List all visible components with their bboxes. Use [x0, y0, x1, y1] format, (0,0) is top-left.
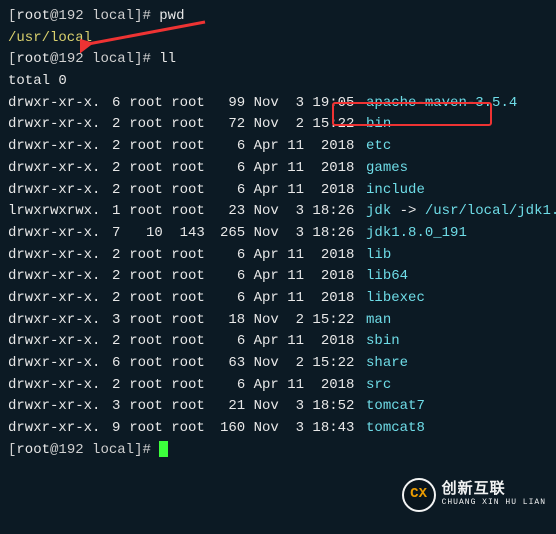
file-name: jdk1.8.0_191 [366, 225, 467, 241]
file-name: lib64 [366, 268, 408, 284]
file-name: lib [366, 247, 391, 263]
listing-row: drwxr-xr-x. 2 root root 6 Apr 11 2018 li… [8, 245, 548, 267]
file-name: libexec [366, 290, 425, 306]
prompt-line-2: [root@192 local]# ll [8, 49, 548, 71]
listing-row: drwxr-xr-x. 6 root root 99 Nov 3 19:05 a… [8, 93, 548, 115]
listing-row: drwxr-xr-x. 6 root root 63 Nov 2 15:22 s… [8, 353, 548, 375]
watermark-text-cn: 创新互联 [442, 482, 546, 499]
listing-row: lrwxrwxrwx. 1 root root 23 Nov 3 18:26 j… [8, 201, 548, 223]
file-name: jdk [366, 203, 391, 219]
file-name: sbin [366, 333, 400, 349]
file-name: games [366, 160, 408, 176]
command-pwd: pwd [159, 8, 184, 24]
listing-row: drwxr-xr-x. 2 root root 6 Apr 11 2018 sr… [8, 375, 548, 397]
cursor-icon [159, 441, 168, 457]
file-name: tomcat8 [366, 420, 425, 436]
prompt-line-3[interactable]: [root@192 local]# [8, 440, 548, 462]
listing-row: drwxr-xr-x. 2 root root 6 Apr 11 2018 sb… [8, 331, 548, 353]
listing-row: drwxr-xr-x. 2 root root 6 Apr 11 2018 ga… [8, 158, 548, 180]
listing-row: drwxr-xr-x. 3 root root 21 Nov 3 18:52 t… [8, 396, 548, 418]
file-name: apache-maven-3.5.4 [366, 95, 517, 111]
prompt-line-1: [root@192 local]# pwd [8, 6, 548, 28]
listing-row: drwxr-xr-x. 9 root root 160 Nov 3 18:43 … [8, 418, 548, 440]
watermark: CX 创新互联 CHUANG XIN HU LIAN [402, 478, 546, 512]
file-name: share [366, 355, 408, 371]
file-name: include [366, 182, 425, 198]
file-name: src [366, 377, 391, 393]
watermark-text-en: CHUANG XIN HU LIAN [442, 499, 546, 508]
listing-row: drwxr-xr-x. 2 root root 6 Apr 11 2018 li… [8, 266, 548, 288]
listing-row: drwxr-xr-x. 2 root root 72 Nov 2 15:22 b… [8, 114, 548, 136]
listing-row: drwxr-xr-x. 7 10 143 265 Nov 3 18:26 jdk… [8, 223, 548, 245]
pwd-output: /usr/local [8, 28, 548, 50]
listing-row: drwxr-xr-x. 2 root root 6 Apr 11 2018 li… [8, 288, 548, 310]
total-line: total 0 [8, 71, 548, 93]
directory-listing: drwxr-xr-x. 6 root root 99 Nov 3 19:05 a… [8, 93, 548, 440]
command-ll: ll [159, 51, 176, 67]
file-name: bin [366, 116, 391, 132]
watermark-logo-icon: CX [402, 478, 436, 512]
file-name: man [366, 312, 391, 328]
listing-row: drwxr-xr-x. 2 root root 6 Apr 11 2018 et… [8, 136, 548, 158]
file-name: etc [366, 138, 391, 154]
file-name: tomcat7 [366, 398, 425, 414]
symlink-target: /usr/local/jdk1.8.0_191 [425, 203, 556, 219]
listing-row: drwxr-xr-x. 3 root root 18 Nov 2 15:22 m… [8, 310, 548, 332]
listing-row: drwxr-xr-x. 2 root root 6 Apr 11 2018 in… [8, 180, 548, 202]
